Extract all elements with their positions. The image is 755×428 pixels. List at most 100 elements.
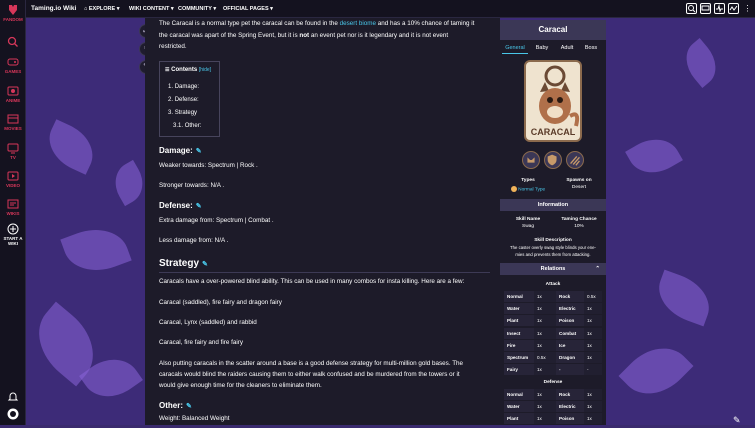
nav-official-pages[interactable]: OFFICIAL PAGES ▾ bbox=[223, 0, 273, 18]
shield-icon bbox=[547, 154, 557, 166]
strategy-intro: Caracals have a over-powered blind abili… bbox=[159, 278, 465, 285]
rail-item-tv[interactable]: TV bbox=[0, 142, 26, 160]
normal-type-link[interactable]: Normal Type bbox=[518, 187, 545, 192]
taming-chance-label: Taming Chance bbox=[561, 217, 597, 222]
toc-item-number: 3. bbox=[168, 110, 174, 116]
infobox-title: Caracal bbox=[500, 20, 606, 40]
chat-bubble-icon bbox=[701, 5, 710, 11]
strategy-paragraph-line-3: would give enough time for the cleaners … bbox=[159, 382, 322, 389]
discussions-button[interactable] bbox=[700, 3, 711, 14]
wiki-name[interactable]: Taming.io Wiki bbox=[31, 0, 76, 18]
toc-item-strategy[interactable]: 3. Strategy bbox=[168, 110, 197, 116]
wiki-header: Taming.io Wiki ⌂ EXPLORE ▾ WIKI CONTENT … bbox=[26, 0, 755, 18]
random-page-button[interactable] bbox=[728, 3, 739, 14]
edit-floating-button[interactable]: ✎ bbox=[733, 410, 745, 425]
tab-general[interactable]: General bbox=[502, 42, 528, 54]
rail-item-movies[interactable]: MOVIES bbox=[0, 113, 26, 131]
nav-community-label: COMMUNITY bbox=[178, 6, 212, 12]
edit-section-icon[interactable]: ✎ bbox=[196, 148, 202, 155]
rail-item-label: MOVIES bbox=[4, 126, 22, 131]
attack-cell: Rock bbox=[556, 291, 584, 302]
desert-biome-link[interactable]: desert biome bbox=[340, 20, 376, 27]
nav-community[interactable]: COMMUNITY ▾ bbox=[178, 0, 216, 18]
strategy-heading-text: Strategy bbox=[159, 258, 200, 269]
attack-cell: Insect bbox=[504, 327, 534, 339]
rail-item-games[interactable]: GAMES bbox=[0, 56, 26, 74]
other-weight: Weight: Balanced Weight bbox=[159, 415, 230, 422]
attack-cell: Spectrum bbox=[504, 352, 534, 363]
intro-line-1: The Caracal is a normal type pet the car… bbox=[159, 20, 474, 27]
defense-cell: Rock bbox=[556, 389, 584, 400]
gamepad-icon bbox=[7, 56, 19, 68]
notifications-button[interactable] bbox=[0, 391, 26, 404]
defense-cell: 1x bbox=[534, 413, 556, 425]
toc-hide-toggle[interactable]: [hide] bbox=[199, 67, 211, 73]
attack-cell: - bbox=[556, 364, 584, 376]
background-leaf bbox=[625, 128, 683, 184]
toc-item-number: 3.1. bbox=[173, 123, 184, 129]
background-leaf bbox=[676, 38, 726, 88]
tab-baby[interactable]: Baby bbox=[530, 42, 554, 54]
ability-icon-1[interactable] bbox=[522, 151, 540, 169]
wikis-icon bbox=[7, 198, 19, 210]
toc-item-defense[interactable]: 2. Defense: bbox=[168, 97, 199, 103]
edit-section-icon[interactable]: ✎ bbox=[202, 261, 208, 268]
damage-stronger: Stronger towards: N/A . bbox=[159, 182, 225, 189]
global-navigation-rail: FANDOM GAMES ANIME MOVIES TV VIDEO WIKIS… bbox=[0, 0, 26, 425]
edit-section-icon[interactable]: ✎ bbox=[186, 403, 192, 410]
rail-item-video[interactable]: VIDEO bbox=[0, 170, 26, 188]
infobox: Caracal General Baby Adult Boss CARACAL … bbox=[500, 20, 606, 425]
toc-header: ☰ Contents [hide] bbox=[165, 67, 211, 73]
defense-cell: Plant bbox=[504, 413, 534, 425]
start-a-wiki-button[interactable]: START A WIKI bbox=[0, 223, 26, 246]
defense-cell: 1x bbox=[534, 389, 556, 400]
nav-explore[interactable]: ⌂ EXPLORE ▾ bbox=[84, 0, 119, 18]
edit-section-icon[interactable]: ✎ bbox=[196, 203, 202, 210]
search-button[interactable] bbox=[686, 3, 697, 14]
background-leaf bbox=[618, 333, 694, 409]
toc-item-other[interactable]: 3.1. Other: bbox=[173, 123, 201, 129]
types-value[interactable]: Normal Type bbox=[504, 186, 552, 192]
ability-icon-2[interactable] bbox=[544, 151, 562, 169]
rail-item-anime[interactable]: ANIME bbox=[0, 85, 26, 103]
relations-header[interactable]: Relations ⌃ bbox=[500, 263, 606, 275]
user-avatar[interactable] bbox=[0, 408, 26, 421]
card-label: CARACAL bbox=[530, 127, 576, 137]
intro-text: the caracal was apart of the Spring Even… bbox=[159, 32, 300, 39]
background-leaf bbox=[40, 119, 102, 175]
toc-item-number: 2. bbox=[168, 97, 174, 103]
strategy-paragraph-line-2: caracals would blind the raiders causing… bbox=[159, 371, 460, 378]
pencil-icon: ✎ bbox=[733, 415, 741, 425]
activity-icon bbox=[716, 4, 723, 13]
tab-boss[interactable]: Boss bbox=[579, 42, 603, 54]
more-menu-button[interactable]: ⋮ bbox=[742, 3, 753, 14]
nav-wiki-content[interactable]: WIKI CONTENT ▾ bbox=[129, 0, 174, 18]
background-leaf bbox=[60, 219, 132, 281]
toc-title: Contents bbox=[171, 67, 198, 73]
skill-name-label: Skill Name bbox=[515, 217, 541, 222]
attack-cell: 1x bbox=[534, 364, 556, 376]
toc-item-damage[interactable]: 1. Damage: bbox=[168, 84, 199, 90]
attack-cell: Fairy bbox=[504, 364, 534, 376]
intro-text: The Caracal is a normal type pet the car… bbox=[159, 20, 340, 27]
defense-cell: 1x bbox=[584, 401, 602, 413]
tab-adult[interactable]: Adult bbox=[554, 42, 580, 54]
ability-icon-3[interactable] bbox=[566, 151, 584, 169]
attack-cell: Fire bbox=[504, 339, 534, 351]
defense-cell: Water bbox=[504, 401, 534, 413]
toc-item-text: Strategy bbox=[174, 110, 198, 116]
intro-text: an event pet nor is it legendary and it … bbox=[309, 32, 449, 39]
start-wiki-label-2: WIKI bbox=[8, 241, 18, 246]
nav-wiki-content-label: WIKI CONTENT bbox=[129, 6, 170, 12]
intro-line-2: the caracal was apart of the Spring Even… bbox=[159, 32, 448, 39]
normal-type-icon bbox=[510, 186, 517, 192]
fandom-logo[interactable]: FANDOM bbox=[0, 4, 26, 22]
search-icon bbox=[688, 5, 696, 13]
anime-icon bbox=[7, 85, 19, 97]
rail-search[interactable] bbox=[0, 36, 26, 49]
recent-changes-button[interactable] bbox=[714, 3, 725, 14]
heading-divider bbox=[159, 272, 490, 273]
attack-cell: 0.5x bbox=[584, 291, 602, 302]
rail-item-wikis[interactable]: WIKIS bbox=[0, 198, 26, 216]
attack-cell: Combat bbox=[556, 327, 584, 339]
